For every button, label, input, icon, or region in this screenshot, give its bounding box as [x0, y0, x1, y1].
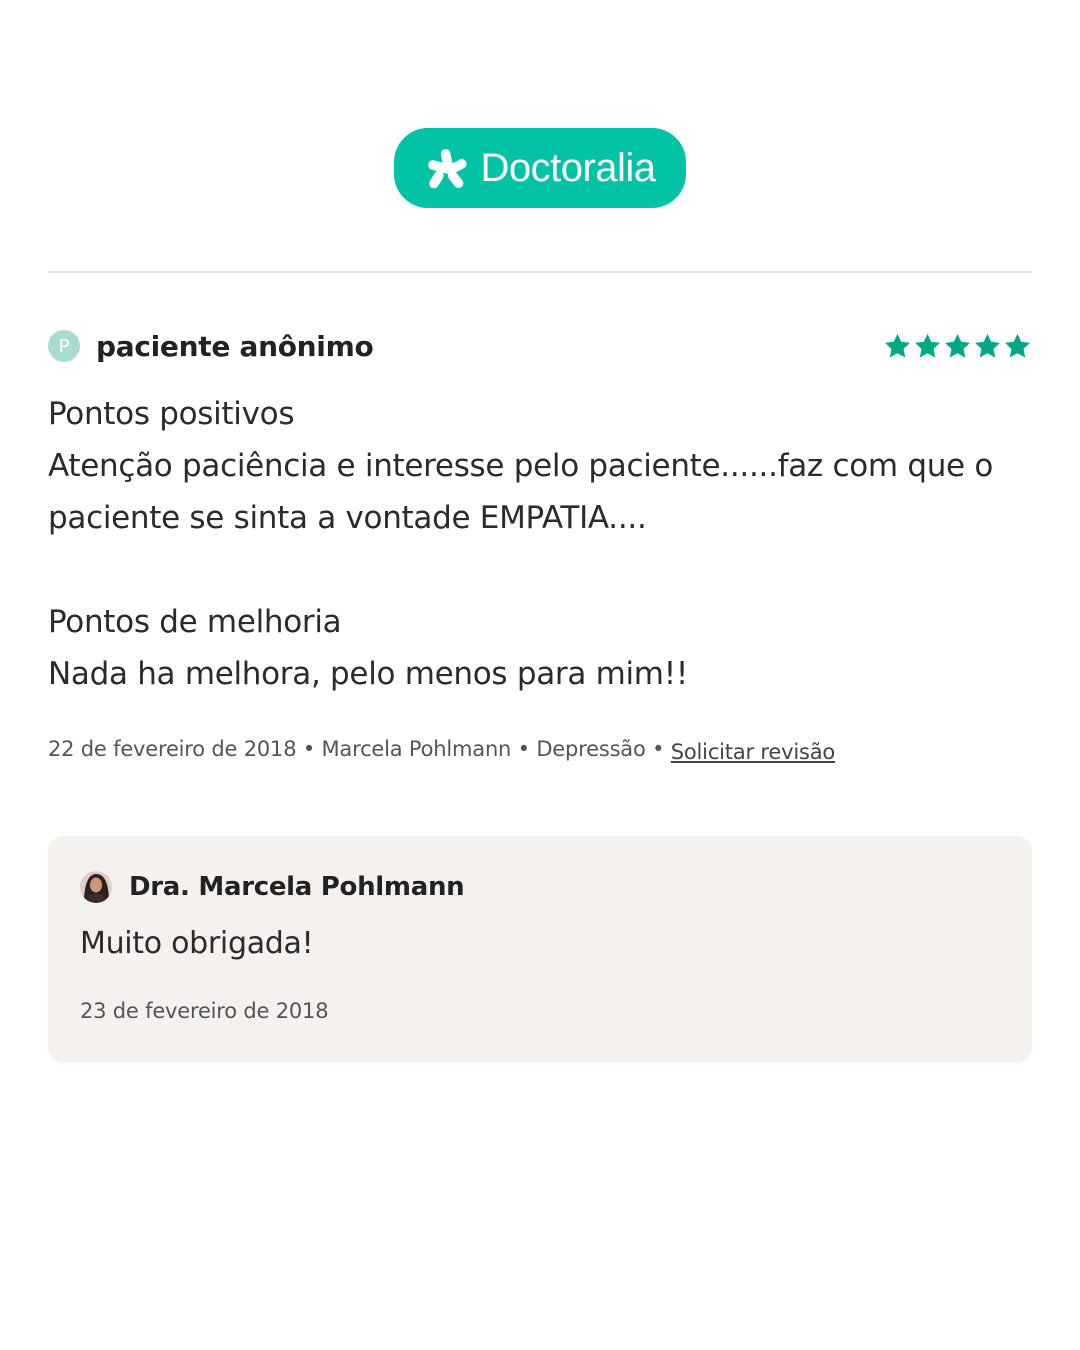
review-author-name: paciente anônimo [96, 329, 374, 363]
review-header: P paciente anônimo [48, 328, 1032, 364]
review-date: 22 de fevereiro de 2018 [48, 737, 297, 761]
star-icon [885, 333, 910, 357]
meta-separator: • [511, 737, 537, 761]
reply-date: 23 de fevereiro de 2018 [80, 999, 329, 1023]
meta-separator: • [645, 737, 671, 761]
review-condition: Depressão [536, 737, 646, 761]
brand-name: Doctoralia [480, 146, 656, 190]
divider [48, 271, 1032, 273]
reply-author-name: Dra. Marcela Pohlmann [129, 872, 465, 902]
star-rating [883, 332, 1032, 361]
doctor-avatar-photo [80, 871, 112, 903]
avatar: P [48, 330, 80, 362]
improvements-heading: Pontos de melhoria [48, 604, 342, 640]
doctoralia-logo[interactable]: Doctoralia [394, 128, 686, 208]
reply-header: Dra. Marcela Pohlmann [80, 870, 465, 904]
star-icon [915, 333, 940, 357]
improvements-text: Nada ha melhora, pelo menos para mim!! [48, 656, 688, 692]
meta-separator: • [296, 737, 322, 761]
review-meta: 22 de fevereiro de 2018 • Marcela Pohlma… [48, 733, 1032, 765]
positives-heading: Pontos positivos [48, 396, 295, 432]
doctor-reply: Dra. Marcela Pohlmann Muito obrigada! 23… [48, 836, 1032, 1063]
positives-text: Atenção paciência e interesse pelo pacie… [48, 448, 994, 536]
star-icon [1005, 333, 1030, 357]
star-icon [975, 333, 1000, 357]
request-review-link[interactable]: Solicitar revisão [671, 740, 835, 764]
doctoralia-star-icon [428, 148, 468, 189]
reply-text: Muito obrigada! [80, 926, 314, 961]
star-icon [945, 333, 970, 357]
review-page: Doctoralia P paciente anônimo Pontos pos… [0, 0, 1080, 1350]
review-doctor: Marcela Pohlmann [321, 737, 512, 761]
review-body: Pontos positivos Atenção paciência e int… [48, 388, 1032, 700]
